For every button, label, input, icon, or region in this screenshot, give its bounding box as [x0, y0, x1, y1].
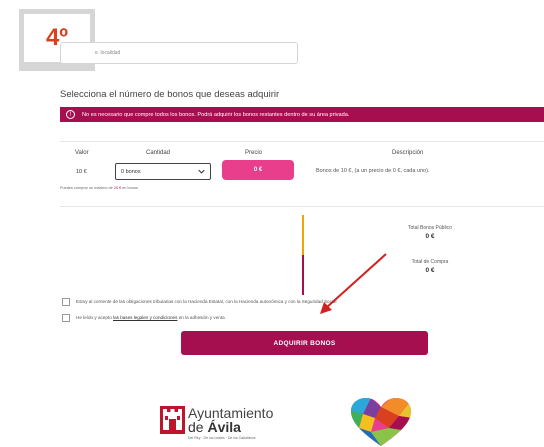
max-purchase-note: Puedes comprar un máximo de 20 € en bono…	[60, 186, 138, 190]
cantidad-selected-value: 0 bonos	[121, 168, 141, 175]
ayuntamiento-motto: Del Rey · De los Leales · De los Caballe…	[188, 436, 256, 440]
hacienda-checkbox[interactable]	[62, 298, 70, 306]
info-circle-icon: !	[66, 110, 75, 119]
bases-suffix: en la adhesión y venta	[178, 315, 225, 320]
adquirir-bonos-button[interactable]: ADQUIRIR BONOS	[181, 331, 428, 355]
info-banner-text: No es necesario que compre todos los bon…	[82, 111, 350, 118]
header-precio: Precio	[245, 150, 263, 156]
header-descripcion: Descripción	[392, 150, 424, 156]
info-banner: ! No es necesario que compre todos los b…	[60, 107, 544, 122]
locality-input[interactable]	[60, 42, 298, 64]
header-valor: Valor	[75, 150, 89, 156]
header-cantidad: Cantidad	[146, 150, 171, 156]
ayuntamiento-de: de	[188, 419, 204, 435]
total-publico-value: 0 €	[425, 233, 435, 240]
ayuntamiento-emblem-icon	[160, 406, 185, 434]
bases-checkbox[interactable]	[62, 314, 70, 322]
bases-prefix: He leído y acepto	[76, 315, 112, 320]
valor-value: 10 €	[76, 169, 87, 175]
max-note-amount: 20 €	[113, 186, 122, 190]
annotation-arrow-icon	[320, 253, 387, 314]
precio-box: 0 €	[222, 160, 294, 180]
section-heading: Selecciona el número de bonos que deseas…	[60, 89, 280, 100]
total-publico-label: Total Bonos Público	[408, 225, 452, 231]
bases-checkbox-label: He leído y acepto las bases legales y co…	[76, 315, 225, 320]
hacienda-checkbox-label: Estoy al corriente de las obligaciones t…	[76, 299, 337, 304]
bases-link[interactable]: las bases legales y condiciones	[113, 315, 177, 320]
cantidad-select[interactable]: 0 bonos	[115, 163, 211, 180]
ayuntamiento-city: Ávila	[207, 419, 241, 435]
chevron-down-icon	[198, 169, 205, 174]
max-note-suffix: en bonos	[122, 186, 138, 190]
max-note-prefix: Puedes comprar un máximo de	[60, 186, 113, 190]
descripcion-text: Bonos de 10 €, (a un precio de 0 €, cada…	[316, 168, 430, 174]
ayuntamiento-logo-line2: de Ávila	[188, 419, 241, 435]
heart-logo-icon	[351, 398, 411, 446]
